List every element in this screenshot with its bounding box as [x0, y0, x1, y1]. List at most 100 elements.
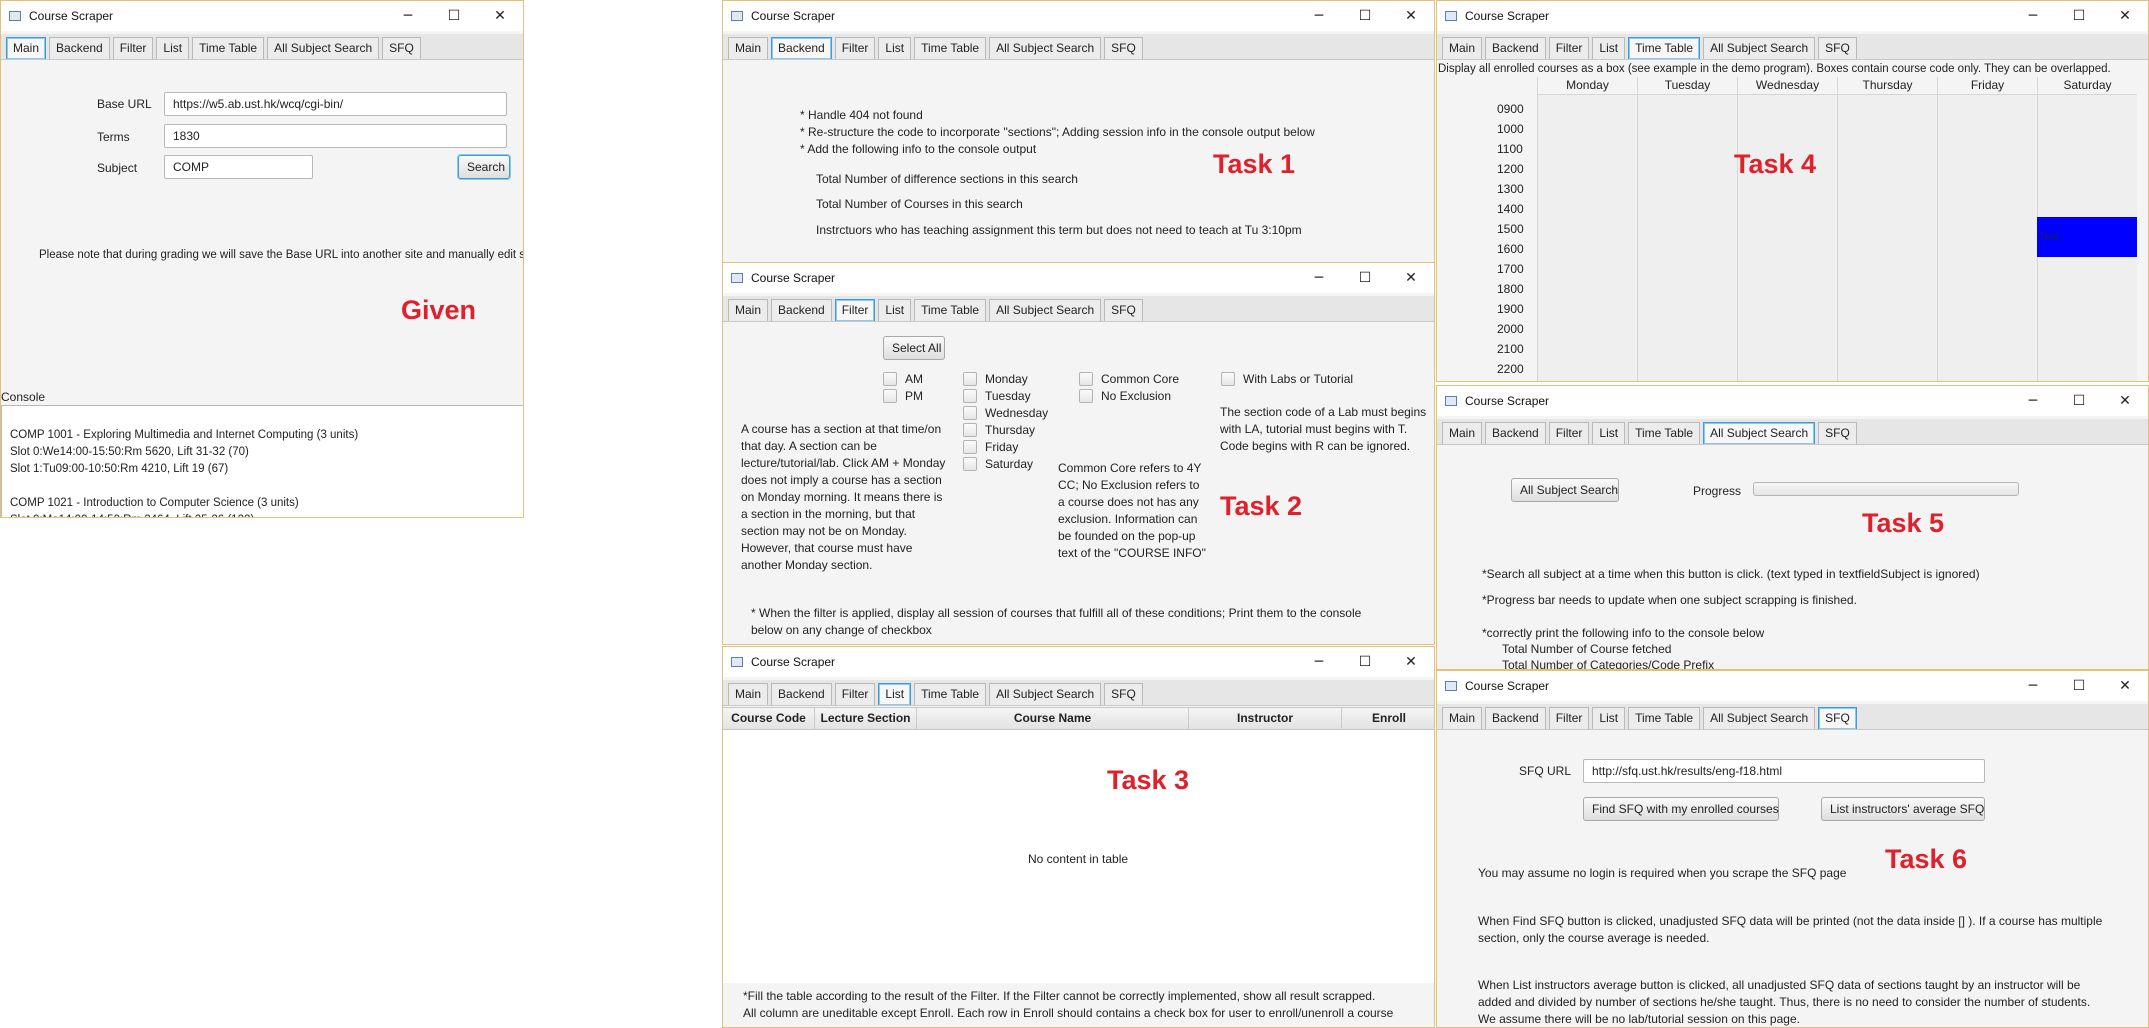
column-course-code[interactable]: Course Code [723, 708, 815, 730]
tab-time-table[interactable]: Time Table [1628, 422, 1701, 444]
column-lecture-section[interactable]: Lecture Section [815, 708, 917, 730]
tab-all-subject-search[interactable]: All Subject Search [989, 683, 1102, 705]
search-button[interactable]: Search [458, 155, 510, 179]
close-button[interactable]: ✕ [1388, 654, 1434, 670]
tab-time-table[interactable]: Time Table [1628, 37, 1701, 59]
tab-backend[interactable]: Backend [49, 37, 110, 59]
tab-list[interactable]: List [1592, 422, 1626, 444]
tab-all-subject-search[interactable]: All Subject Search [989, 37, 1102, 59]
checkbox-with-labs-or-tutorial[interactable]: With Labs or Tutorial [1221, 372, 1353, 386]
minimize-button[interactable]: ─ [1296, 270, 1342, 286]
tab-filter[interactable]: Filter [834, 683, 876, 705]
tab-all-subject-search[interactable]: All Subject Search [1703, 37, 1816, 59]
close-button[interactable]: ✕ [1388, 270, 1434, 286]
tab-backend[interactable]: Backend [1485, 422, 1546, 444]
minimize-button[interactable]: ─ [1296, 654, 1342, 670]
tab-backend[interactable]: Backend [771, 683, 832, 705]
sfq-url-input[interactable]: http://sfq.ust.hk/results/eng-f18.html [1583, 759, 1985, 783]
tab-filter[interactable]: Filter [112, 37, 154, 59]
tab-filter[interactable]: Filter [1548, 422, 1590, 444]
checkbox-monday[interactable]: Monday [963, 372, 1028, 386]
checkbox-box[interactable] [1079, 372, 1093, 386]
tab-main[interactable]: Main [728, 683, 769, 705]
course-table[interactable]: Course Code Lecture Section Course Name … [723, 707, 1434, 983]
minimize-button[interactable]: ─ [2010, 678, 2056, 694]
checkbox-box[interactable] [963, 389, 977, 403]
base-url-input[interactable]: https://w5.ab.ust.hk/wcq/cgi-bin/ [164, 92, 507, 116]
find-sfq-button[interactable]: Find SFQ with my enrolled courses [1583, 797, 1779, 821]
checkbox-saturday[interactable]: Saturday [963, 457, 1033, 471]
checkbox-common-core[interactable]: Common Core [1079, 372, 1179, 386]
tab-all-subject-search[interactable]: All Subject Search [1703, 422, 1816, 444]
maximize-button[interactable]: ☐ [1342, 654, 1388, 670]
subject-input[interactable]: COMP [164, 155, 313, 179]
minimize-button[interactable]: ─ [2010, 8, 2056, 24]
checkbox-friday[interactable]: Friday [963, 440, 1018, 454]
checkbox-wednesday[interactable]: Wednesday [963, 406, 1048, 420]
all-subject-search-button[interactable]: All Subject Search [1511, 478, 1619, 502]
terms-input[interactable]: 1830 [164, 124, 507, 148]
tab-filter[interactable]: Filter [834, 37, 876, 59]
tab-time-table[interactable]: Time Table [914, 683, 987, 705]
close-button[interactable]: ✕ [1388, 8, 1434, 24]
checkbox-am[interactable]: AM [883, 372, 923, 386]
tab-all-subject-search[interactable]: All Subject Search [989, 299, 1102, 321]
minimize-button[interactable]: ─ [1296, 8, 1342, 24]
tab-main[interactable]: Main [1442, 707, 1483, 729]
tab-time-table[interactable]: Time Table [1628, 707, 1701, 729]
close-button[interactable]: ✕ [2102, 678, 2148, 694]
list-instructors-sfq-button[interactable]: List instructors' average SFQ [1821, 797, 1985, 821]
tab-sfq[interactable]: SFQ [1104, 299, 1143, 321]
checkbox-box[interactable] [963, 406, 977, 420]
maximize-button[interactable]: ☐ [2056, 393, 2102, 409]
minimize-button[interactable]: ─ [385, 8, 431, 24]
tab-backend[interactable]: Backend [771, 299, 832, 321]
tab-time-table[interactable]: Time Table [914, 37, 987, 59]
tab-time-table[interactable]: Time Table [192, 37, 265, 59]
maximize-button[interactable]: ☐ [431, 8, 477, 24]
checkbox-box[interactable] [883, 372, 897, 386]
checkbox-box[interactable] [883, 389, 897, 403]
select-all-button[interactable]: Select All [883, 336, 945, 360]
tab-main[interactable]: Main [728, 37, 769, 59]
tab-sfq[interactable]: SFQ [1818, 707, 1857, 729]
checkbox-box[interactable] [1221, 372, 1235, 386]
tab-main[interactable]: Main [1442, 37, 1483, 59]
maximize-button[interactable]: ☐ [2056, 8, 2102, 24]
tab-list[interactable]: List [156, 37, 190, 59]
tab-filter[interactable]: Filter [1548, 707, 1590, 729]
tab-list[interactable]: List [878, 683, 912, 705]
course-box[interactable]: Test [2037, 217, 2137, 257]
column-instructor[interactable]: Instructor [1189, 708, 1342, 730]
tab-all-subject-search[interactable]: All Subject Search [267, 37, 380, 59]
checkbox-pm[interactable]: PM [883, 389, 923, 403]
tab-time-table[interactable]: Time Table [914, 299, 987, 321]
close-button[interactable]: ✕ [477, 8, 523, 24]
maximize-button[interactable]: ☐ [2056, 678, 2102, 694]
tab-main[interactable]: Main [728, 299, 769, 321]
close-button[interactable]: ✕ [2102, 393, 2148, 409]
maximize-button[interactable]: ☐ [1342, 270, 1388, 286]
checkbox-thursday[interactable]: Thursday [963, 423, 1035, 437]
tab-list[interactable]: List [1592, 37, 1626, 59]
checkbox-box[interactable] [1079, 389, 1093, 403]
console-textarea[interactable]: COMP 1001 - Exploring Multimedia and Int… [1, 405, 523, 517]
tab-filter[interactable]: Filter [1548, 37, 1590, 59]
tab-sfq[interactable]: SFQ [1104, 37, 1143, 59]
tab-main[interactable]: Main [6, 37, 47, 59]
tab-sfq[interactable]: SFQ [382, 37, 421, 59]
maximize-button[interactable]: ☐ [1342, 8, 1388, 24]
tab-list[interactable]: List [878, 299, 912, 321]
tab-all-subject-search[interactable]: All Subject Search [1703, 707, 1816, 729]
tab-sfq[interactable]: SFQ [1818, 37, 1857, 59]
tab-sfq[interactable]: SFQ [1104, 683, 1143, 705]
checkbox-box[interactable] [963, 372, 977, 386]
tab-main[interactable]: Main [1442, 422, 1483, 444]
checkbox-box[interactable] [963, 457, 977, 471]
column-course-name[interactable]: Course Name [917, 708, 1189, 730]
tab-list[interactable]: List [1592, 707, 1626, 729]
tab-list[interactable]: List [878, 37, 912, 59]
tab-filter[interactable]: Filter [834, 299, 876, 321]
tab-sfq[interactable]: SFQ [1818, 422, 1857, 444]
close-button[interactable]: ✕ [2102, 8, 2148, 24]
